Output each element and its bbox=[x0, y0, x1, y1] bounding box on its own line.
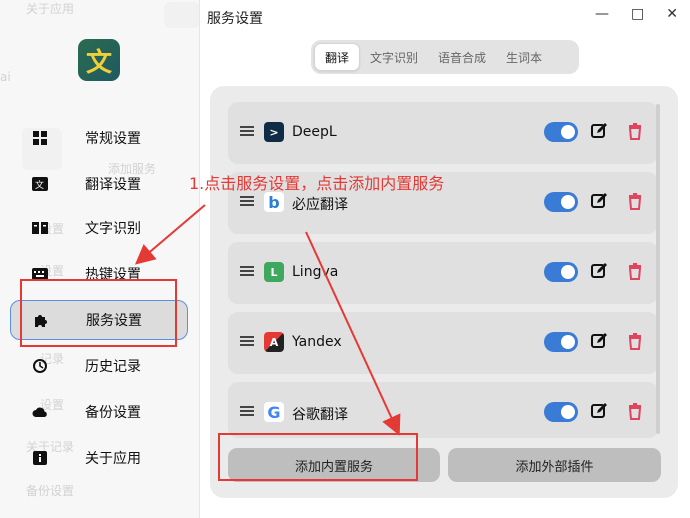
translate-icon: 文 bbox=[32, 176, 48, 192]
annotation-text: 1.点击服务设置，点击添加内置服务 bbox=[189, 174, 445, 193]
sidebar-item-label: 关于应用 bbox=[85, 451, 141, 467]
app-logo-text: 文 bbox=[85, 47, 112, 78]
add-external-plugin-button[interactable]: 添加外部插件 bbox=[448, 448, 661, 482]
app-logo: 文 bbox=[78, 39, 120, 81]
sidebar-item-translate[interactable]: 文 翻译设置 bbox=[10, 164, 188, 204]
maximize-button[interactable]: □ bbox=[631, 6, 644, 22]
service-enable-toggle[interactable] bbox=[544, 122, 578, 142]
sidebar-item-label: 备份设置 bbox=[85, 405, 141, 421]
window-title: 服务设置 bbox=[207, 11, 263, 27]
google-icon: G bbox=[264, 402, 284, 422]
sidebar-item-about[interactable]: 关于应用 bbox=[10, 438, 188, 478]
service-name: Yandex bbox=[292, 334, 342, 350]
sidebar: 关于应用 ai 添加服务 设置 设置 记录 设置 关于记录 备份设置 文 常规设… bbox=[0, 0, 200, 518]
sidebar-item-label: 翻译设置 bbox=[85, 177, 141, 193]
service-enable-toggle[interactable] bbox=[544, 332, 578, 352]
drag-handle-icon[interactable] bbox=[240, 336, 254, 346]
edit-icon[interactable] bbox=[590, 262, 608, 280]
service-row-lingva: L Lingva bbox=[228, 242, 658, 304]
ghost-text: 备份设置 bbox=[26, 484, 75, 498]
service-row-deepl: > DeepL bbox=[228, 102, 658, 164]
sidebar-item-backup[interactable]: 备份设置 bbox=[10, 392, 188, 432]
delete-icon[interactable] bbox=[626, 262, 644, 280]
tab-vocabulary[interactable]: 生词本 bbox=[496, 43, 552, 71]
sidebar-item-label: 常规设置 bbox=[85, 131, 141, 147]
service-row-google: G 谷歌翻译 bbox=[228, 382, 658, 438]
tab-translate[interactable]: 翻译 bbox=[314, 43, 361, 71]
service-name: 必应翻译 bbox=[292, 197, 348, 213]
edit-icon[interactable] bbox=[590, 192, 608, 210]
delete-icon[interactable] bbox=[626, 192, 644, 210]
tab-ocr[interactable]: 文字识别 bbox=[360, 43, 428, 71]
drag-handle-icon[interactable] bbox=[240, 266, 254, 276]
lingva-icon: L bbox=[264, 262, 284, 282]
sidebar-item-label: 文字识别 bbox=[85, 221, 141, 237]
drag-handle-icon[interactable] bbox=[240, 196, 254, 206]
services-scrollbar[interactable] bbox=[656, 104, 660, 434]
yandex-icon: A bbox=[264, 332, 284, 352]
deepl-icon: > bbox=[264, 122, 284, 142]
service-name: 谷歌翻译 bbox=[292, 407, 348, 423]
delete-icon[interactable] bbox=[626, 402, 644, 420]
edit-icon[interactable] bbox=[590, 122, 608, 140]
grid-icon bbox=[32, 130, 48, 146]
service-name: Lingva bbox=[292, 264, 339, 280]
ghost-box bbox=[164, 2, 199, 28]
book-icon bbox=[32, 220, 48, 236]
sidebar-item-ocr[interactable]: 文字识别 bbox=[10, 208, 188, 248]
service-type-tabs: 翻译 文字识别 语音合成 生词本 bbox=[311, 40, 579, 74]
service-enable-toggle[interactable] bbox=[544, 402, 578, 422]
tab-tts[interactable]: 语音合成 bbox=[428, 43, 496, 71]
delete-icon[interactable] bbox=[626, 122, 644, 140]
svg-text:文: 文 bbox=[35, 179, 44, 191]
drag-handle-icon[interactable] bbox=[240, 126, 254, 136]
delete-icon[interactable] bbox=[626, 332, 644, 350]
service-name: DeepL bbox=[292, 124, 337, 140]
minimize-button[interactable]: — bbox=[595, 6, 609, 22]
close-button[interactable]: ✕ bbox=[666, 6, 678, 22]
ghost-text: ai bbox=[0, 70, 11, 84]
service-row-yandex: A Yandex bbox=[228, 312, 658, 374]
info-icon bbox=[32, 450, 48, 466]
edit-icon[interactable] bbox=[590, 332, 608, 350]
service-enable-toggle[interactable] bbox=[544, 192, 578, 212]
sidebar-item-general[interactable]: 常规设置 bbox=[10, 118, 188, 158]
bing-icon: b bbox=[264, 192, 284, 212]
ghost-text: 关于应用 bbox=[26, 2, 75, 16]
history-icon bbox=[32, 358, 48, 374]
drag-handle-icon[interactable] bbox=[240, 406, 254, 416]
service-enable-toggle[interactable] bbox=[544, 262, 578, 282]
sidebar-item-history[interactable]: 历史记录 bbox=[10, 346, 188, 386]
highlight-box-add-builtin bbox=[218, 433, 418, 481]
cloud-icon bbox=[32, 404, 48, 420]
window-controls: — □ ✕ bbox=[595, 6, 678, 22]
edit-icon[interactable] bbox=[590, 402, 608, 420]
highlight-box-service-settings bbox=[20, 279, 177, 347]
sidebar-item-label: 历史记录 bbox=[85, 359, 141, 375]
